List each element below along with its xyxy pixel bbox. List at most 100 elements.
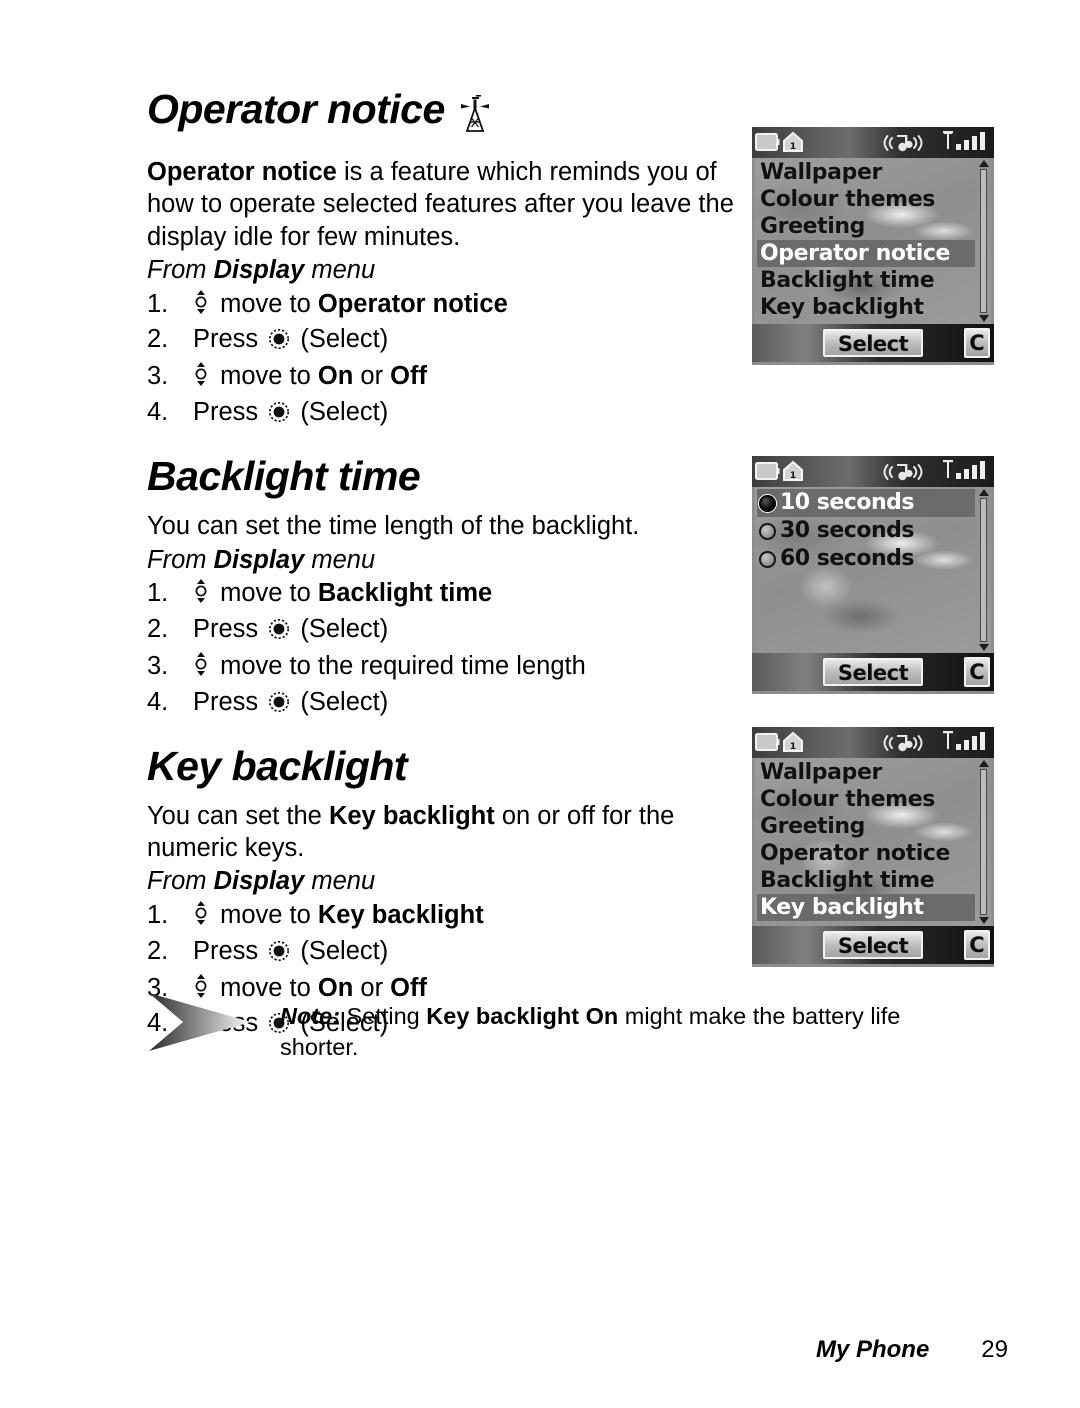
phone-screenshot-backlight-time-options: 1 10 seconds 30 seconds 60 seconds Selec… xyxy=(752,456,994,694)
step-item: 4. Press (Select) xyxy=(147,396,737,433)
section-paragraph: You can set the Key backlight on or off … xyxy=(147,801,675,863)
step-number: 4. xyxy=(147,687,169,716)
step-text-after: (Select) xyxy=(293,936,389,965)
steps-list-backlight-time: 1. move to Backlight time 2. Press (Sele… xyxy=(147,577,737,723)
from-menu-name: Display xyxy=(213,545,305,574)
softkey-select-button[interactable]: Select xyxy=(822,931,924,959)
scroll-down-arrow-icon[interactable] xyxy=(979,315,989,322)
nav-up-down-icon xyxy=(193,289,209,324)
manual-page: Operator notice Operator notice is a fea… xyxy=(0,0,1080,1408)
svg-text:1: 1 xyxy=(790,471,796,481)
scrollbar-track[interactable] xyxy=(980,169,987,313)
note-text-a: Setting xyxy=(340,1003,427,1029)
scroll-down-arrow-icon[interactable] xyxy=(979,917,989,924)
menu-item-wallpaper[interactable]: Wallpaper xyxy=(757,759,991,786)
note-callout: Note: Setting Key backlight On might mak… xyxy=(147,985,947,1062)
softkey-bar: Select C xyxy=(752,324,994,362)
svg-text:1: 1 xyxy=(790,742,796,752)
status-left-icons: 1 xyxy=(755,459,805,488)
step-number: 4. xyxy=(147,398,169,427)
section-paragraph: Operator notice is a feature which remin… xyxy=(147,156,737,253)
step-text-before: Press xyxy=(193,325,266,354)
display-menu-list[interactable]: Wallpaper Colour themes Greeting Operato… xyxy=(755,158,991,321)
step-item: 2. Press (Select) xyxy=(147,935,737,972)
from-menu-line: From Display menu xyxy=(147,865,737,897)
backlight-time-radio-list[interactable]: 10 seconds 30 seconds 60 seconds xyxy=(755,487,991,573)
radio-option-60-seconds[interactable]: 60 seconds xyxy=(757,545,991,573)
display-menu-list[interactable]: Wallpaper Colour themes Greeting Operato… xyxy=(755,758,991,921)
step-text-after: (Select) xyxy=(293,325,389,354)
menu-item-operator-notice[interactable]: Operator notice xyxy=(757,840,991,867)
step-text-before: Press xyxy=(193,398,266,427)
menu-item-key-backlight[interactable]: Key backlight xyxy=(757,294,991,321)
radio-dot-icon[interactable] xyxy=(759,522,776,540)
battery-icon xyxy=(755,732,780,758)
step-text: Press (Select) xyxy=(193,613,388,650)
menu-item-operator-notice[interactable]: Operator notice xyxy=(757,240,975,267)
section-paragraph: You can set the time length of the backl… xyxy=(147,512,640,541)
step-text-before: move to the required time length xyxy=(213,651,586,680)
softkey-clear-button[interactable]: C xyxy=(964,930,990,960)
step-text: move to the required time length xyxy=(193,650,586,686)
select-key-icon xyxy=(268,616,290,650)
paragraph-bold-term: Key backlight xyxy=(328,801,495,830)
status-bar: 1 xyxy=(752,456,994,487)
softkey-clear-button[interactable]: C xyxy=(964,657,990,687)
scrollbar[interactable] xyxy=(978,760,989,924)
step-text-before: move to xyxy=(213,362,318,391)
home-zone-icon: 1 xyxy=(781,459,805,488)
step-text-after: (Select) xyxy=(293,614,389,643)
nav-up-down-icon xyxy=(193,651,209,686)
softkey-bar: Select C xyxy=(752,653,994,691)
radio-option-10-seconds[interactable]: 10 seconds xyxy=(757,489,975,517)
step-text: Press (Select) xyxy=(193,396,388,433)
nav-up-down-icon xyxy=(193,362,209,396)
scroll-down-arrow-icon[interactable] xyxy=(979,644,989,651)
section-heading-operator-notice: Operator notice xyxy=(147,87,737,142)
menu-item-key-backlight[interactable]: Key backlight xyxy=(757,894,975,921)
status-left-icons: 1 xyxy=(755,130,805,159)
softkey-select-button[interactable]: Select xyxy=(822,658,924,686)
step-text-before: Press xyxy=(193,687,266,716)
radio-dot-icon[interactable] xyxy=(759,494,776,512)
softkey-clear-button[interactable]: C xyxy=(964,328,990,358)
from-suffix: menu xyxy=(304,867,376,896)
step-item: 3. move to On or Off xyxy=(147,360,737,396)
arrow-chevron-icon xyxy=(147,991,255,1058)
screen-content-area: Wallpaper Colour themes Greeting Operato… xyxy=(755,158,991,324)
radio-label: 10 seconds xyxy=(780,490,914,515)
signal-strength-icon xyxy=(942,459,990,488)
menu-item-colour-themes[interactable]: Colour themes xyxy=(757,786,991,813)
text-column: Operator notice Operator notice is a fea… xyxy=(147,87,737,1050)
step-item: 1. move to Backlight time xyxy=(147,577,737,613)
step-text-after: (Select) xyxy=(293,398,389,427)
scrollbar-track[interactable] xyxy=(980,769,987,915)
scrollbar[interactable] xyxy=(978,160,989,322)
select-key-icon xyxy=(268,689,290,723)
select-key-icon xyxy=(268,399,290,433)
scroll-up-arrow-icon[interactable] xyxy=(979,160,989,167)
step-number: 1. xyxy=(147,578,169,607)
section-heading-backlight-time: Backlight time xyxy=(147,455,737,498)
status-bar: 1 xyxy=(752,127,994,158)
scroll-up-arrow-icon[interactable] xyxy=(979,489,989,496)
scrollbar[interactable] xyxy=(978,489,989,651)
page-footer: My Phone 29 xyxy=(0,1336,1080,1364)
step-text-bold: Operator notice xyxy=(317,289,508,318)
phone-screenshot-display-menu-operator-notice: 1 Wallpaper Colour themes Greeting Opera… xyxy=(752,127,994,365)
menu-item-greeting[interactable]: Greeting xyxy=(757,813,991,840)
menu-item-colour-themes[interactable]: Colour themes xyxy=(757,186,991,213)
note-text: Note: Setting Key backlight On might mak… xyxy=(280,985,947,1062)
scroll-up-arrow-icon[interactable] xyxy=(979,760,989,767)
menu-item-greeting[interactable]: Greeting xyxy=(757,213,991,240)
scrollbar-track[interactable] xyxy=(980,498,987,642)
radio-dot-icon[interactable] xyxy=(759,550,776,568)
menu-item-backlight-time[interactable]: Backlight time xyxy=(757,867,991,894)
from-prefix: From xyxy=(147,545,214,574)
softkey-select-button[interactable]: Select xyxy=(822,329,924,357)
heading-text: Backlight time xyxy=(147,453,421,500)
radio-option-30-seconds[interactable]: 30 seconds xyxy=(757,517,991,545)
menu-item-backlight-time[interactable]: Backlight time xyxy=(757,267,991,294)
menu-item-wallpaper[interactable]: Wallpaper xyxy=(757,159,991,186)
step-text: Press (Select) xyxy=(193,323,388,360)
